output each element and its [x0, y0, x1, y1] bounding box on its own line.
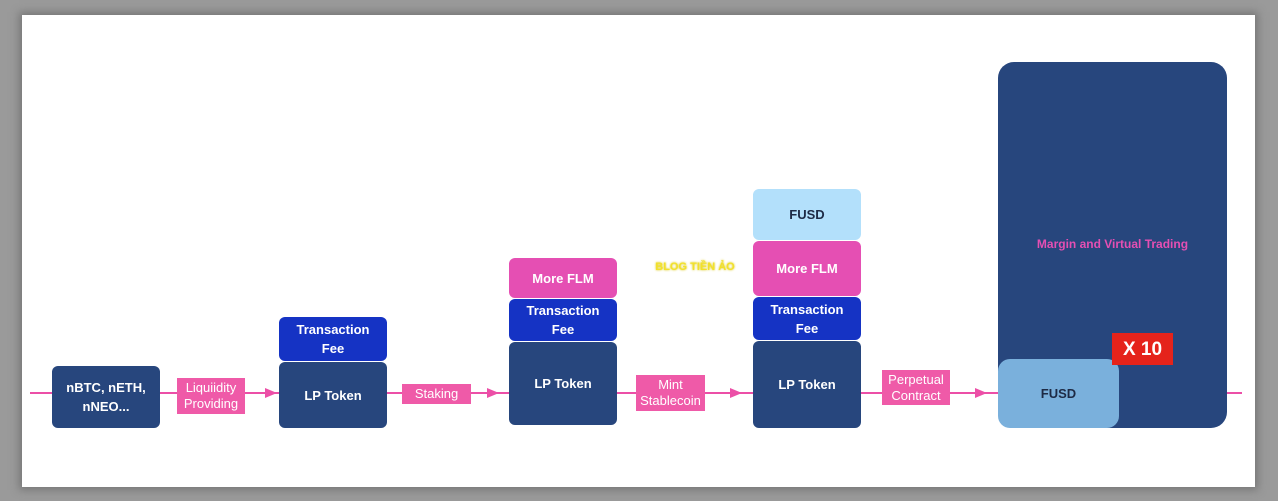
transaction-fee-node-1: Transaction Fee	[279, 317, 387, 361]
staking-label: Staking	[402, 384, 471, 404]
arrow-head	[975, 388, 987, 398]
lp-token-node-1: LP Token	[279, 362, 387, 428]
transaction-fee-node-2: Transaction Fee	[509, 299, 617, 341]
fusd-node-3: FUSD	[753, 189, 861, 240]
mint-stablecoin-label: Mint Stablecoin	[636, 375, 705, 411]
transaction-fee-node-3: Transaction Fee	[753, 297, 861, 340]
liquidity-providing-label: Liquiidity Providing	[177, 378, 245, 414]
source-tokens-node: nBTC, nETH, nNEO...	[52, 366, 160, 428]
lp-token-node-2: LP Token	[509, 342, 617, 425]
perpetual-contract-label: Perpetual Contract	[882, 370, 950, 405]
arrow-head	[487, 388, 499, 398]
arrow-head	[265, 388, 277, 398]
arrow-head	[730, 388, 742, 398]
more-flm-node-3: More FLM	[753, 241, 861, 296]
watermark-logo: BLOG TIỀN ẢO	[655, 260, 735, 273]
more-flm-node-2: More FLM	[509, 258, 617, 298]
lp-token-node-3: LP Token	[753, 341, 861, 428]
leverage-badge: X 10	[1112, 333, 1173, 365]
fusd-node-4: FUSD	[998, 359, 1119, 428]
